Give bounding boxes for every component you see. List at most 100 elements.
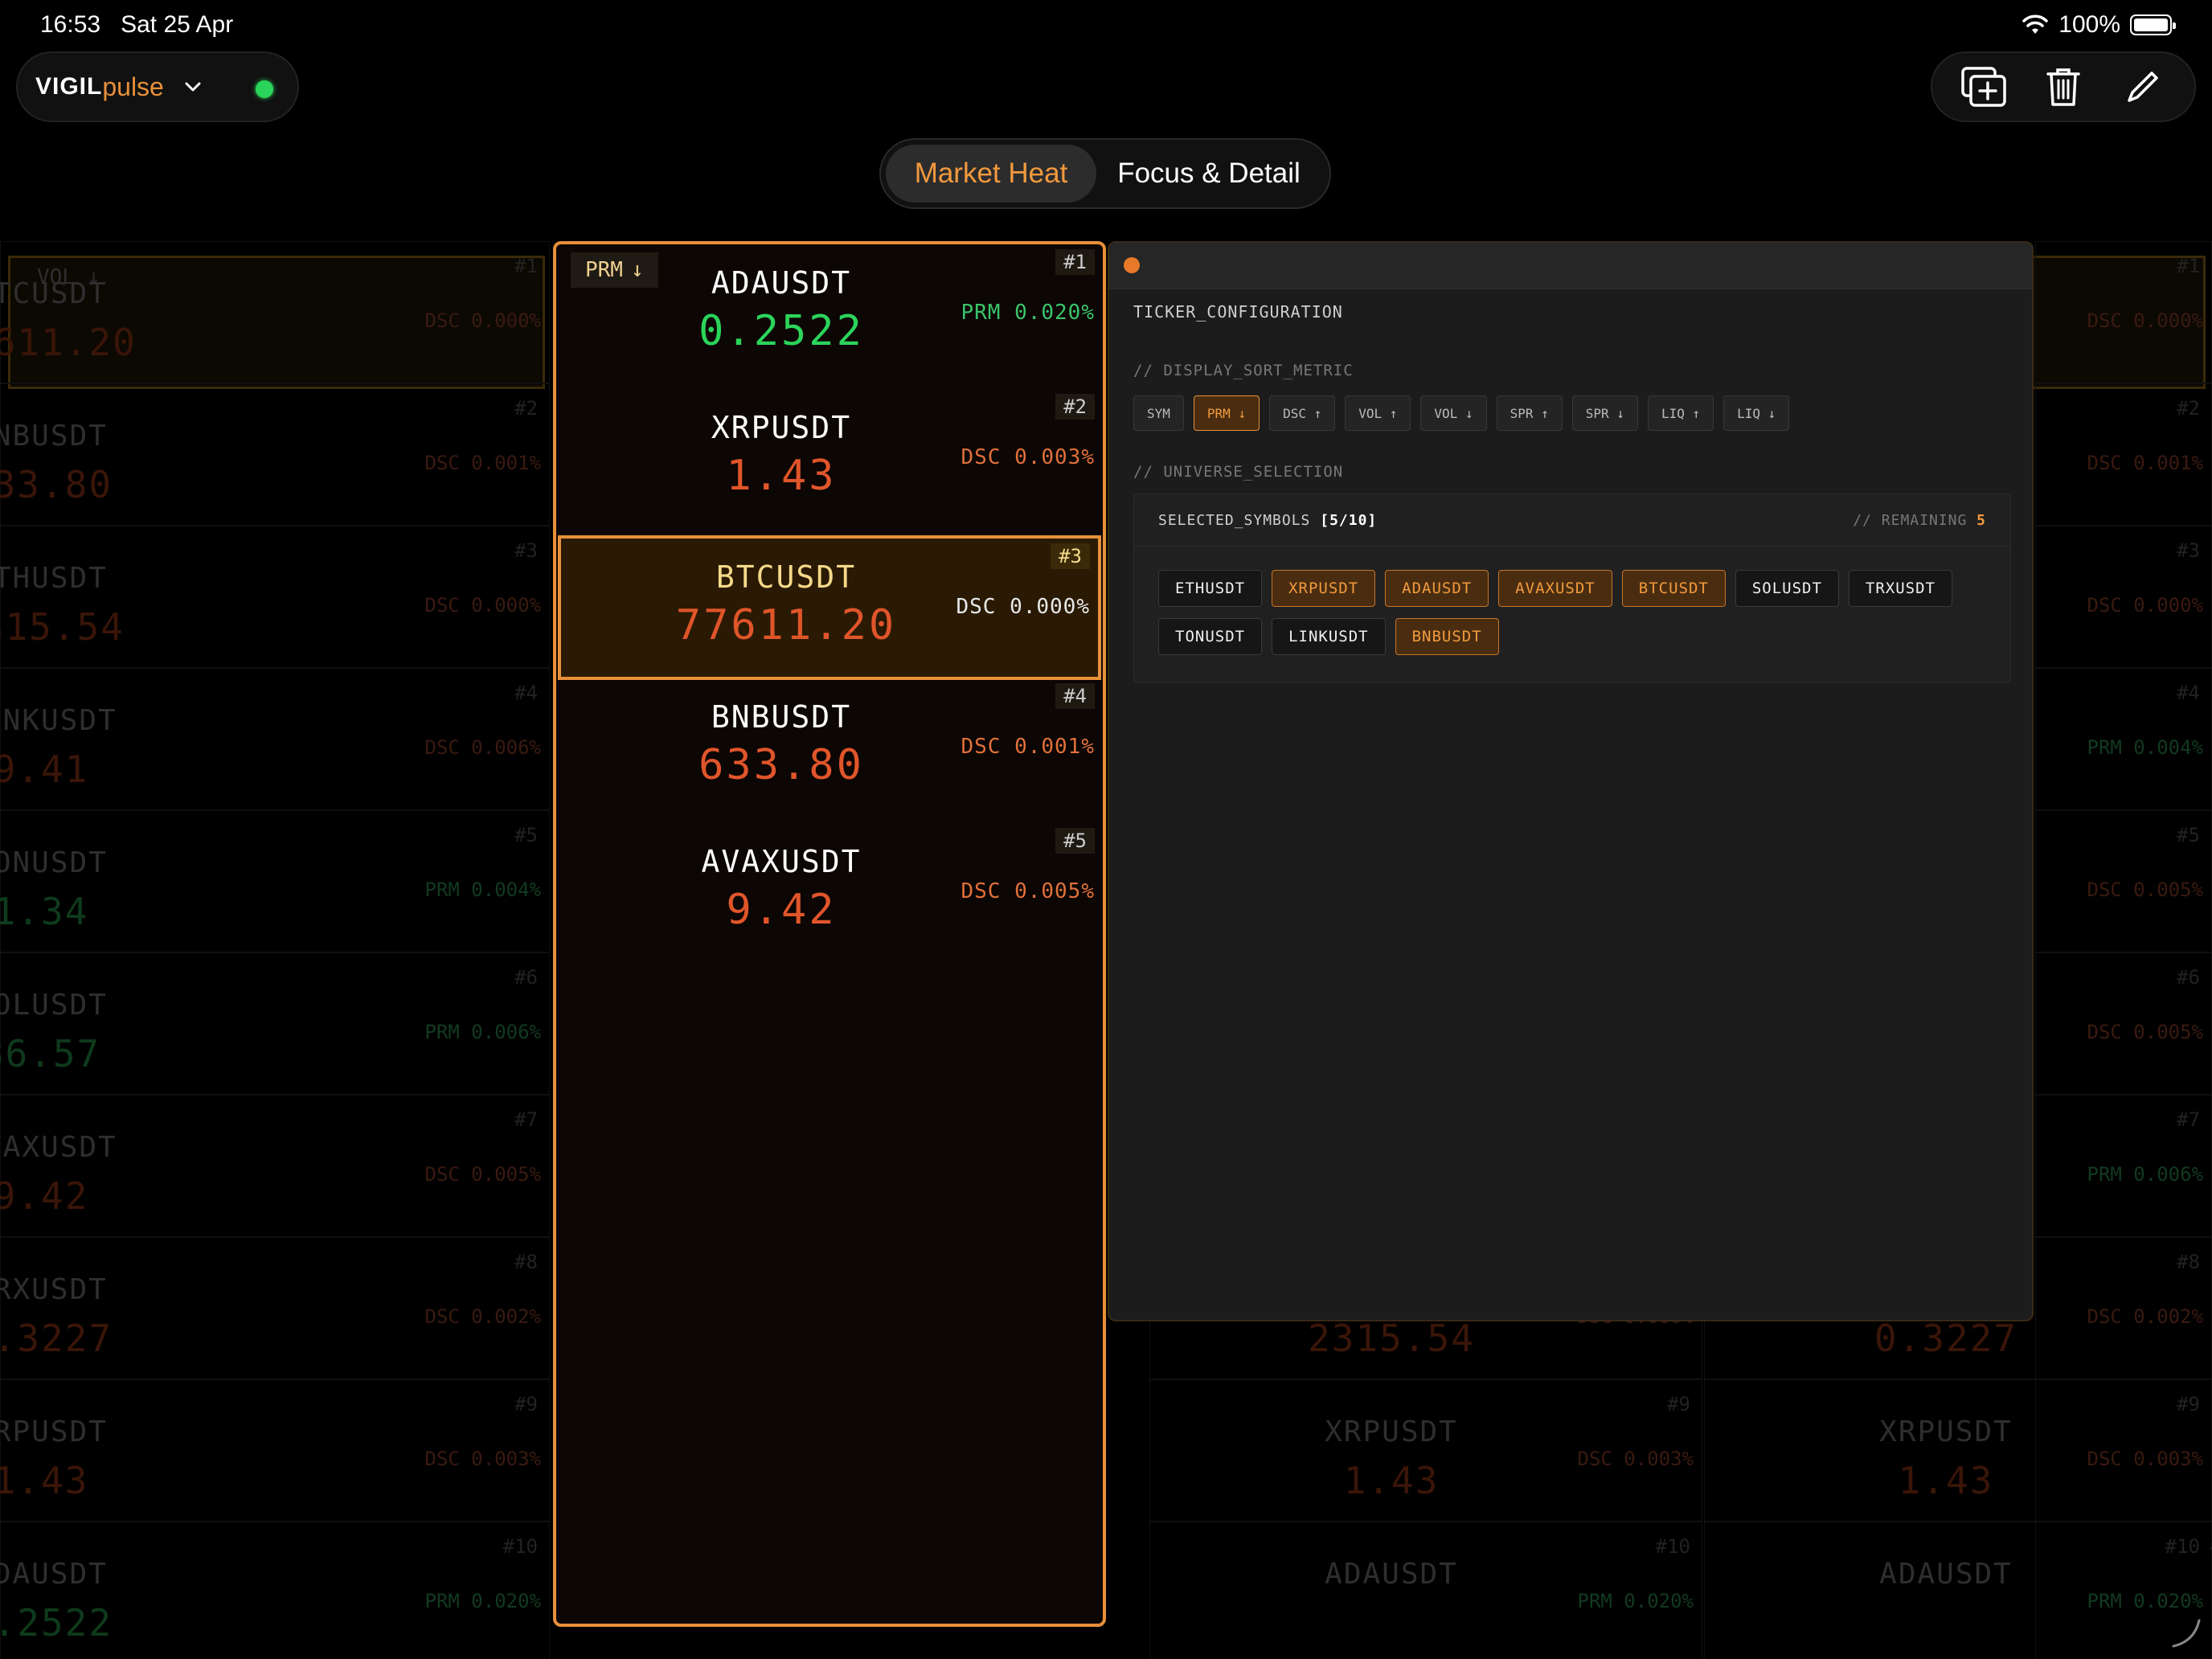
grid-cell-metric: DSC 0.005%: [424, 1163, 542, 1186]
view-segmented-control: Market Heat Focus & Detail: [879, 138, 1331, 209]
grid-cell[interactable]: ADAUSDT#10: [1704, 1522, 2212, 1659]
grid-cell-metric: PRM 0.004%: [2087, 736, 2204, 759]
grid-cell-metric: DSC 0.003%: [1577, 1448, 1694, 1470]
grid-cell[interactable]: #1 DSC 0.000%: [2035, 241, 2212, 383]
rank-badge: #2: [1055, 394, 1095, 420]
sort-metric-button[interactable]: SPR ↑: [1496, 395, 1563, 431]
universe-selection-box: SELECTED_SYMBOLS [5/10] // REMAINING 5 E…: [1133, 494, 2011, 683]
ticker-symbol: XRPUSDT: [711, 410, 852, 445]
grid-cell[interactable]: TRXUSDT 0.3227 #8 DSC 0.002%: [0, 1237, 550, 1379]
grid-cell-metric: DSC 0.001%: [424, 452, 542, 474]
grid-cell-rank: #3: [514, 539, 538, 562]
grid-cell[interactable]: SOLUSDT 86.57 #6 PRM 0.006%: [0, 952, 550, 1095]
panel-header: [1109, 243, 2032, 289]
sort-metric-button[interactable]: PRM ↓: [1193, 395, 1260, 431]
rank-badge: #4: [1055, 683, 1095, 709]
symbol-chip[interactable]: BTCUSDT: [1621, 570, 1726, 607]
sort-metric-button[interactable]: SPR ↓: [1571, 395, 1638, 431]
grid-cell[interactable]: XRPUSDT1.43#9: [1704, 1379, 2212, 1522]
brand-suffix: pulse: [102, 72, 164, 101]
grid-cell-metric: PRM 0.020%: [1577, 1590, 1694, 1612]
sort-metric-button[interactable]: LIQ ↓: [1723, 395, 1790, 431]
grid-cell[interactable]: #6 DSC 0.005%: [2035, 952, 2212, 1095]
grid-cell-rank: #5: [514, 824, 538, 846]
grid-cell[interactable]: LINKUSDT 9.41 #4 DSC 0.006%: [0, 668, 550, 810]
grid-cell-symbol: TRXUSDT: [0, 1273, 108, 1306]
grid-cell-price: 633.80: [0, 463, 113, 506]
workspace-switcher[interactable]: VIGIL pulse: [16, 51, 299, 122]
sort-metric-button[interactable]: VOL ↓: [1420, 395, 1487, 431]
edit-button[interactable]: [2115, 59, 2171, 115]
grid-cell-price: 0.3227: [0, 1317, 113, 1360]
grid-cell[interactable]: ADAUSDT 0.2522 #10 PRM 0.020%: [0, 1522, 550, 1659]
grid-cell-rank: #7: [514, 1108, 538, 1131]
symbol-chip[interactable]: BNBUSDT: [1395, 618, 1499, 655]
symbol-chip[interactable]: TONUSDT: [1158, 618, 1263, 655]
grid-cell[interactable]: #4 PRM 0.004%: [2035, 668, 2212, 810]
ticker-price: 0.2522: [698, 307, 864, 355]
rank-badge: #5: [1055, 828, 1095, 854]
grid-cell-metric: DSC 0.006%: [424, 736, 542, 759]
grid-cell[interactable]: AVAXUSDT 9.42 #7 DSC 0.005%: [0, 1095, 550, 1237]
grid-cell[interactable]: ETHUSDT 2315.54 #3 DSC 0.000%: [0, 526, 550, 668]
grid-cell-price: 77611.20: [0, 321, 137, 364]
grid-cell-metric: DSC 0.000%: [2087, 594, 2204, 616]
add-window-button[interactable]: [1956, 59, 2012, 115]
ticker-metric: PRM 0.020%: [961, 301, 1095, 325]
grid-cell-metric: PRM 0.020%: [424, 1590, 542, 1612]
grid-cell[interactable]: ADAUSDT #10 PRM 0.020%: [1149, 1522, 1702, 1659]
ticker-row[interactable]: BNBUSDT 633.80 #4 DSC 0.001%: [556, 678, 1103, 823]
ticker-price: 77611.20: [675, 601, 897, 649]
ticker-row[interactable]: XRPUSDT 1.43 #2 DSC 0.003%: [556, 389, 1103, 534]
sort-metric-button[interactable]: VOL ↑: [1345, 395, 1411, 431]
connection-status-dot: [256, 80, 273, 98]
grid-cell[interactable]: XRPUSDT 1.43 #9 DSC 0.003%: [1149, 1379, 1702, 1522]
sort-metric-button[interactable]: DSC ↑: [1269, 395, 1336, 431]
grid-cell-symbol: XRPUSDT: [1325, 1415, 1458, 1448]
symbol-chip[interactable]: ETHUSDT: [1158, 570, 1263, 607]
grid-cell-metric: DSC 0.000%: [2087, 309, 2204, 332]
tab-focus-detail[interactable]: Focus & Detail: [1096, 145, 1321, 203]
grid-cell-rank: #10: [502, 1535, 538, 1558]
ranked-ticker-list: ADAUSDT 0.2522 #1 PRM 0.020% XRPUSDT 1.43 #2 DS…: [553, 241, 1106, 1627]
grid-cell[interactable]: TONUSDT 1.34 #5 PRM 0.004%: [0, 810, 550, 952]
symbol-chip[interactable]: XRPUSDT: [1272, 570, 1376, 607]
symbol-chip[interactable]: ADAUSDT: [1385, 570, 1489, 607]
grid-cell[interactable]: XRPUSDT 1.43 #9 DSC 0.003%: [0, 1379, 550, 1522]
delete-button[interactable]: [2035, 59, 2091, 115]
symbol-chips: ETHUSDT XRPUSDT ADAUSDT AVAXUSDT BTCUSDT SOLU…: [1158, 570, 1994, 655]
grid-cell-rank: #7: [2177, 1108, 2200, 1131]
pencil-icon: [2128, 72, 2159, 102]
symbol-chip[interactable]: AVAXUSDT: [1498, 570, 1612, 607]
ticker-metric: DSC 0.001%: [961, 735, 1095, 759]
list-sort-chip[interactable]: PRM ↓: [571, 252, 658, 288]
symbol-chip[interactable]: TRXUSDT: [1848, 570, 1952, 607]
grid-cell-price: 2315.54: [1308, 1317, 1475, 1360]
grid-cell[interactable]: #5 DSC 0.005%: [2035, 810, 2212, 952]
date: Sat 25 Apr: [121, 11, 234, 38]
grid-cell-rank: #5: [2177, 824, 2200, 846]
grid-cell-rank: #6: [2177, 966, 2200, 989]
grid-cell-metric: DSC 0.003%: [424, 1448, 542, 1470]
grid-cell-symbol: ADAUSDT: [0, 1558, 108, 1591]
grid-cell[interactable]: BNBUSDT 633.80 #2 DSC 0.001%: [0, 383, 550, 526]
grid-cell-symbol: XRPUSDT: [0, 1415, 108, 1448]
grid-cell-rank: #6: [514, 966, 538, 989]
grid-cell[interactable]: BTCUSDT 77611.20 #1 DSC 0.000%: [0, 241, 550, 383]
grid-cell[interactable]: #7 PRM 0.006%: [2035, 1095, 2212, 1237]
tab-market-heat[interactable]: Market Heat: [886, 145, 1096, 203]
symbol-chip[interactable]: SOLUSDT: [1735, 570, 1839, 607]
grid-cell-price: 9.42: [0, 1174, 89, 1218]
sort-metric-button[interactable]: SYM: [1133, 395, 1184, 431]
grid-cell[interactable]: #2 DSC 0.001%: [2035, 383, 2212, 526]
arrow-down-icon: ↓: [630, 258, 644, 282]
ticker-row[interactable]: BTCUSDT 77611.20 #3 DSC 0.000%: [558, 535, 1101, 680]
grid-cell-symbol: BTCUSDT: [0, 277, 108, 310]
grid-cell[interactable]: #3 DSC 0.000%: [2035, 526, 2212, 668]
resize-handle-icon[interactable]: [2170, 1617, 2202, 1649]
ticker-row[interactable]: AVAXUSDT 9.42 #5 DSC 0.005%: [556, 823, 1103, 968]
grid-cell-metric: PRM 0.004%: [424, 879, 542, 901]
grid-cell-rank: #4: [2177, 682, 2200, 704]
sort-metric-button[interactable]: LIQ ↑: [1647, 395, 1714, 431]
symbol-chip[interactable]: LINKUSDT: [1272, 618, 1386, 655]
